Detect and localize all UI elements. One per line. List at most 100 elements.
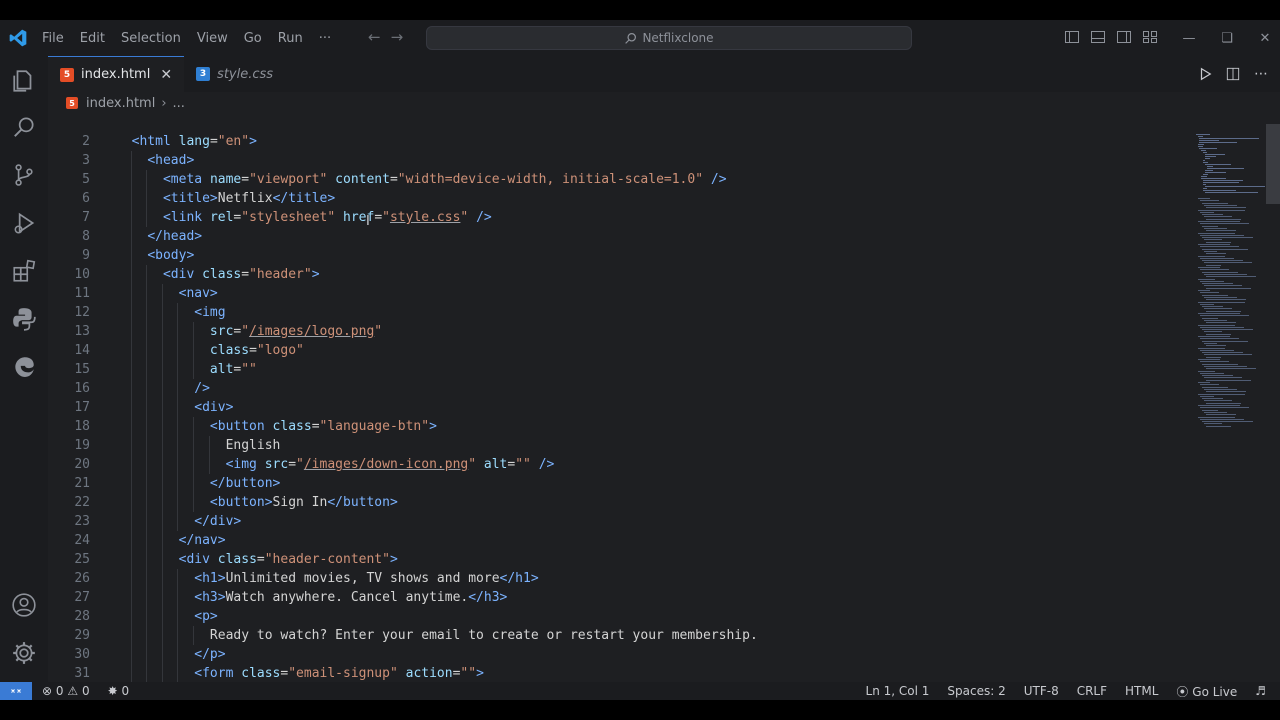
code-line[interactable]: 15 alt="": [48, 360, 1178, 379]
code-line[interactable]: 25 <div class="header-content">: [48, 550, 1178, 569]
code-line[interactable]: 12 <img: [48, 303, 1178, 322]
code-line[interactable]: 9 <body>: [48, 246, 1178, 265]
encoding[interactable]: UTF-8: [1024, 684, 1059, 698]
minimize-icon[interactable]: —: [1170, 31, 1208, 46]
minimap-line: [1206, 276, 1256, 278]
code-line[interactable]: 5 <meta name="viewport" content="width=d…: [48, 170, 1178, 189]
tab-style-css[interactable]: 3 style.css: [184, 56, 285, 92]
minimap-line: [1198, 336, 1230, 337]
code-line[interactable]: 18 <button class="language-btn">: [48, 417, 1178, 436]
toggle-primary-sidebar-icon[interactable]: [1064, 29, 1080, 45]
code-line[interactable]: 19 English: [48, 436, 1178, 455]
minimap-line: [1198, 324, 1235, 326]
minimap-line: [1198, 209, 1245, 211]
minimap-line: [1201, 176, 1207, 177]
edge-browser-icon[interactable]: [11, 354, 37, 380]
accounts-icon[interactable]: [11, 592, 37, 618]
code-line[interactable]: 2 <html lang="en">: [48, 132, 1178, 151]
menu-view[interactable]: View: [189, 31, 236, 46]
minimap-line: [1203, 160, 1205, 161]
code-line[interactable]: 30 </p>: [48, 645, 1178, 664]
minimap-line: [1206, 356, 1221, 358]
source-control-icon[interactable]: [11, 162, 37, 188]
problems-indicator[interactable]: ⊗ 0 ⚠ 0: [42, 684, 90, 698]
end-of-line[interactable]: CRLF: [1077, 684, 1107, 698]
minimap-line: [1204, 204, 1237, 206]
code-text: <img: [194, 305, 226, 320]
code-line[interactable]: 24 </nav>: [48, 531, 1178, 550]
code-editor[interactable]: 2 <html lang="en"> 3 <head> 5 <meta name="…: [48, 114, 1188, 682]
indent-guide: [146, 322, 148, 341]
tab-index-html[interactable]: 5 index.html ✕: [48, 56, 185, 92]
code-line[interactable]: 11 <nav>: [48, 284, 1178, 303]
breadcrumb-file[interactable]: index.html: [86, 96, 155, 111]
code-line[interactable]: 16 />: [48, 379, 1178, 398]
code-line[interactable]: 31 <form class="email-signup" action="">: [48, 664, 1178, 682]
back-arrow-icon[interactable]: ←: [368, 28, 381, 46]
code-line[interactable]: 20 <img src="/images/down-icon.png" alt=…: [48, 455, 1178, 474]
code-line[interactable]: 29 Ready to watch? Enter your email to c…: [48, 626, 1178, 645]
indent-guide: [177, 455, 179, 474]
minimap-line: [1203, 184, 1206, 185]
code-line[interactable]: 17 <div>: [48, 398, 1178, 417]
indent-guide: [146, 208, 148, 227]
minimap-line: [1204, 154, 1225, 155]
settings-gear-icon[interactable]: [11, 640, 37, 666]
code-line[interactable]: 10 <div class="header">: [48, 265, 1178, 284]
toggle-secondary-sidebar-icon[interactable]: [1116, 29, 1132, 45]
close-icon[interactable]: ✕: [160, 67, 172, 83]
code-line[interactable]: 26 <h1>Unlimited movies, TV shows and mo…: [48, 569, 1178, 588]
restore-icon[interactable]: ❏: [1208, 31, 1246, 46]
vertical-scrollbar[interactable]: [1266, 124, 1280, 204]
extensions-icon[interactable]: [11, 258, 37, 284]
code-line[interactable]: 3 <head>: [48, 151, 1178, 170]
code-line[interactable]: 28 <p>: [48, 607, 1178, 626]
line-number: 9: [82, 248, 90, 263]
menu-edit[interactable]: Edit: [72, 31, 113, 46]
indent-guide: [161, 531, 163, 550]
code-line[interactable]: 8 </head>: [48, 227, 1178, 246]
broadcast-icon: ⦿: [1176, 684, 1189, 699]
toggle-panel-icon[interactable]: [1090, 29, 1106, 45]
indent-guide: [177, 341, 179, 360]
minimap-line: [1206, 287, 1251, 289]
code-line[interactable]: 22 <button>Sign In</button>: [48, 493, 1178, 512]
menu-more[interactable]: ···: [311, 31, 339, 46]
language-mode[interactable]: HTML: [1125, 684, 1158, 698]
minimap-line: [1204, 296, 1237, 298]
minimap-line: [1202, 352, 1243, 354]
menu-selection[interactable]: Selection: [113, 31, 189, 46]
command-center-search[interactable]: Netflixclone: [426, 26, 912, 50]
code-line[interactable]: 21 </button>: [48, 474, 1178, 493]
code-line[interactable]: 23 </div>: [48, 512, 1178, 531]
cursor-position[interactable]: Ln 1, Col 1: [866, 684, 930, 698]
code-line[interactable]: 6 <title>Netflix</title>: [48, 189, 1178, 208]
minimap[interactable]: [1188, 114, 1268, 682]
code-line[interactable]: 27 <h3>Watch anywhere. Cancel anytime.</…: [48, 588, 1178, 607]
indentation[interactable]: Spaces: 2: [947, 684, 1005, 698]
go-live-button[interactable]: ⦿ Go Live: [1176, 683, 1237, 700]
remote-indicator-icon[interactable]: [0, 682, 32, 700]
explorer-icon[interactable]: [11, 68, 37, 94]
code-line[interactable]: 7 <link rel="stylesheet" href="style.css…: [48, 208, 1178, 227]
notifications-bell-icon[interactable]: ♬: [1255, 684, 1266, 698]
customize-layout-icon[interactable]: [1142, 29, 1158, 45]
code-line[interactable]: 14 class="logo": [48, 341, 1178, 360]
python-icon[interactable]: [11, 306, 37, 332]
close-window-icon[interactable]: ✕: [1246, 31, 1280, 46]
ports-indicator[interactable]: ✸ 0: [108, 684, 130, 698]
more-actions-icon[interactable]: ⋯: [1254, 66, 1268, 82]
letterbox-bottom: [0, 700, 1280, 720]
run-debug-icon[interactable]: [11, 210, 37, 236]
minimap-line: [1206, 310, 1241, 312]
search-view-icon[interactable]: [11, 114, 37, 140]
indent-guide: [130, 265, 132, 284]
forward-arrow-icon[interactable]: →: [391, 28, 404, 46]
code-line[interactable]: 13 src="/images/logo.png": [48, 322, 1178, 341]
breadcrumb-symbol[interactable]: ...: [173, 96, 185, 111]
run-icon[interactable]: [1198, 67, 1212, 81]
menu-run[interactable]: Run: [270, 31, 311, 46]
split-editor-icon[interactable]: [1226, 67, 1240, 81]
menu-file[interactable]: File: [34, 31, 72, 46]
menu-go[interactable]: Go: [236, 31, 270, 46]
